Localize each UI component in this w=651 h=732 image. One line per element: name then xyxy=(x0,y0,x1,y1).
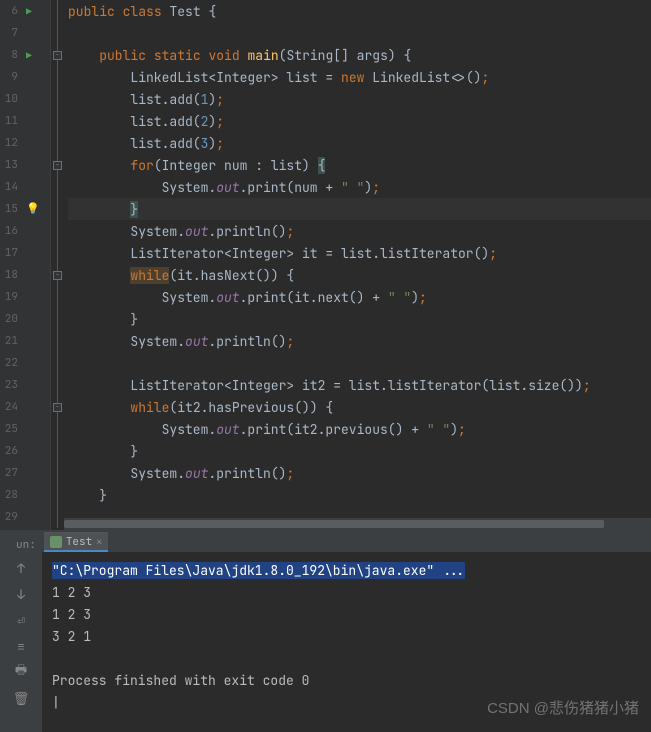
line-number: 24 xyxy=(0,400,20,414)
console-line xyxy=(52,648,641,670)
fold-icon[interactable]: − xyxy=(53,271,62,280)
line-number: 6 xyxy=(0,4,20,18)
code-line[interactable]: System.out.println(); xyxy=(68,220,651,242)
run-tabs: un: Test ✕ xyxy=(0,530,651,552)
code-line[interactable]: System.out.print(it.next() + " "); xyxy=(68,286,651,308)
console-line: 1 2 3 xyxy=(52,604,641,626)
line-number: 25 xyxy=(0,422,20,436)
run-icon[interactable]: ▶ xyxy=(26,49,32,62)
code-line[interactable]: System.out.println(); xyxy=(68,330,651,352)
code-line[interactable]: System.out.print(num + " "); xyxy=(68,176,651,198)
up-icon[interactable]: ↑ xyxy=(13,560,29,576)
gutter: 6 ▶ 7 8 ▶ 9 10 11 12 13 14 15 💡 16 17 18 19 20 21 22 23 24 25 2… xyxy=(0,0,50,530)
line-number: 21 xyxy=(0,334,20,348)
line-number: 9 xyxy=(0,70,20,84)
fold-icon[interactable]: − xyxy=(53,51,62,60)
line-number: 15 xyxy=(0,202,20,216)
code-line[interactable]: } xyxy=(68,198,651,220)
line-number: 27 xyxy=(0,466,20,480)
print-icon[interactable]: 🖶 xyxy=(13,664,29,680)
line-number: 26 xyxy=(0,444,20,458)
line-number: 17 xyxy=(0,246,20,260)
code-line[interactable]: ListIterator<Integer> it2 = list.listIte… xyxy=(68,374,651,396)
bulb-icon[interactable]: 💡 xyxy=(26,202,40,216)
close-icon[interactable]: ✕ xyxy=(96,535,102,548)
line-number: 29 xyxy=(0,510,20,524)
line-number: 28 xyxy=(0,488,20,502)
line-number: 13 xyxy=(0,158,20,172)
code-line[interactable]: } xyxy=(68,440,651,462)
run-tab-label: Test xyxy=(66,535,92,549)
line-number: 18 xyxy=(0,268,20,282)
watermark: CSDN @悲伤猪猪小猪 xyxy=(487,697,639,718)
code-line[interactable]: for(Integer num : list) { xyxy=(68,154,651,176)
line-number: 16 xyxy=(0,224,20,238)
code-line[interactable]: while(it.hasNext()) { xyxy=(68,264,651,286)
console-line: 3 2 1 xyxy=(52,626,641,648)
down-icon[interactable]: ↓ xyxy=(13,586,29,602)
code-line[interactable]: } xyxy=(68,308,651,330)
line-number: 14 xyxy=(0,180,20,194)
line-number: 7 xyxy=(0,26,20,40)
line-number: 19 xyxy=(0,290,20,304)
code-line[interactable]: System.out.println(); xyxy=(68,462,651,484)
scroll-icon[interactable]: ≡ xyxy=(13,638,29,654)
line-number: 23 xyxy=(0,378,20,392)
console-line: Process finished with exit code 0 xyxy=(52,670,641,692)
code-line[interactable]: } xyxy=(68,484,651,506)
fold-icon[interactable]: − xyxy=(53,403,62,412)
run-toolbar: ↑ ↓ ⏎ ≡ 🖶 🗑 xyxy=(0,552,42,732)
run-tab[interactable]: Test ✕ xyxy=(44,532,108,552)
code-line[interactable]: System.out.print(it2.previous() + " "); xyxy=(68,418,651,440)
code-line[interactable]: ListIterator<Integer> it = list.listIter… xyxy=(68,242,651,264)
console-cmd: "C:\Program Files\Java\jdk1.8.0_192\bin\… xyxy=(52,562,465,579)
trash-icon[interactable]: 🗑 xyxy=(13,690,29,706)
fold-bar: − − − − xyxy=(50,0,64,530)
line-number: 11 xyxy=(0,114,20,128)
code-line[interactable]: while(it2.hasPrevious()) { xyxy=(68,396,651,418)
code-area[interactable]: public class Test { public static void m… xyxy=(64,0,651,530)
scroll-thumb[interactable] xyxy=(64,520,604,528)
code-line[interactable]: public class Test { xyxy=(68,0,651,22)
code-line[interactable]: list.add(1); xyxy=(68,88,651,110)
wrap-icon[interactable]: ⏎ xyxy=(13,612,29,628)
editor: 6 ▶ 7 8 ▶ 9 10 11 12 13 14 15 💡 16 17 18 19 20 21 22 23 24 25 2… xyxy=(0,0,651,530)
line-number: 10 xyxy=(0,92,20,106)
code-line[interactable] xyxy=(68,22,651,44)
line-number: 20 xyxy=(0,312,20,326)
code-line[interactable]: list.add(2); xyxy=(68,110,651,132)
line-number: 12 xyxy=(0,136,20,150)
run-icon[interactable]: ▶ xyxy=(26,5,32,18)
line-number: 8 xyxy=(0,48,20,62)
test-icon xyxy=(50,536,62,548)
line-number: 22 xyxy=(0,356,20,370)
console-line: 1 2 3 xyxy=(52,582,641,604)
code-line[interactable]: list.add(3); xyxy=(68,132,651,154)
code-line[interactable] xyxy=(68,352,651,374)
code-line[interactable]: public static void main(String[] args) { xyxy=(68,44,651,66)
fold-icon[interactable]: − xyxy=(53,161,62,170)
run-tool-label: un: xyxy=(8,538,44,552)
code-line[interactable]: LinkedList<Integer> list = new LinkedLis… xyxy=(68,66,651,88)
h-scrollbar[interactable] xyxy=(64,518,651,530)
